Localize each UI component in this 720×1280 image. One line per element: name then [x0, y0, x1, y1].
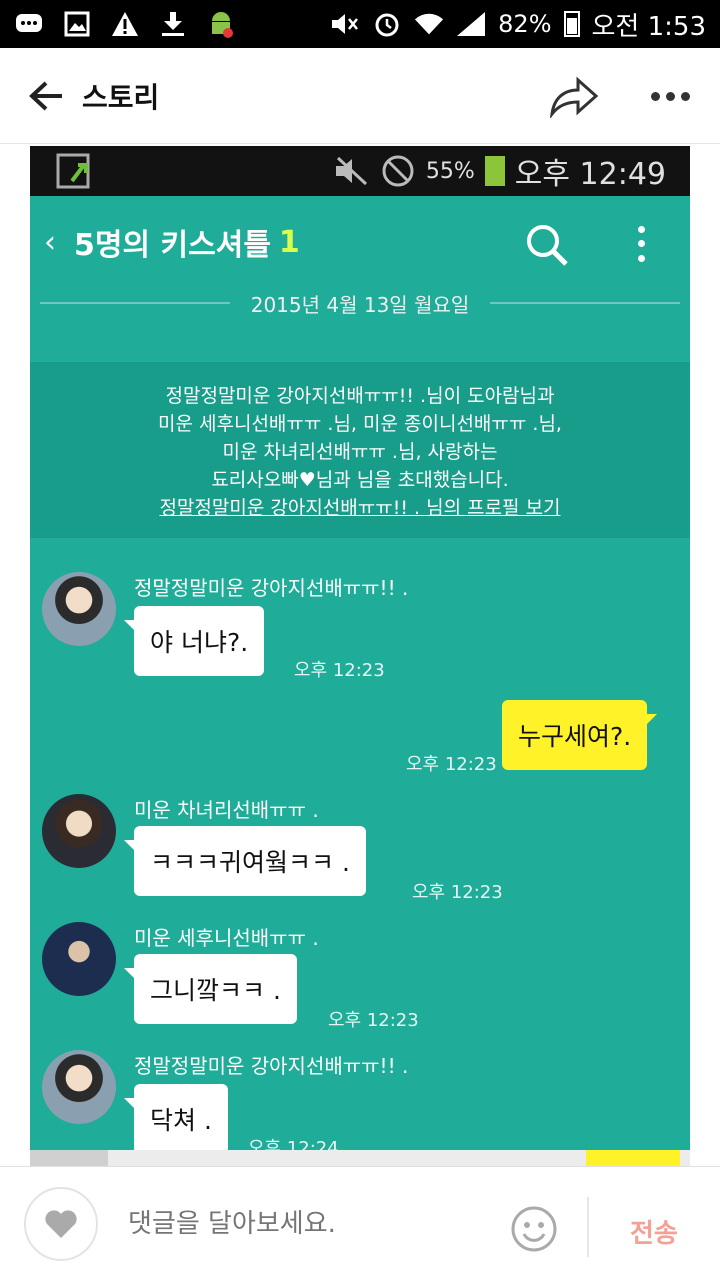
divider: [587, 1197, 589, 1257]
unread-count: 1: [278, 224, 300, 260]
message-text: ㅋㅋㅋ귀여웤ㅋㅋ .: [150, 848, 350, 877]
message-time: 오후 12:23: [406, 754, 497, 775]
status-bar: 82% 오전 1:53: [0, 0, 720, 48]
page-title: 스토리: [82, 80, 160, 114]
message-text: 그니깤ㅋㅋ .: [150, 976, 281, 1005]
inner-battery-percent: 55%: [425, 158, 475, 184]
sender-name: 정말정말미운 강아지선배ㅠㅠ!! .: [134, 576, 409, 600]
inner-battery-icon: [484, 156, 505, 186]
chat-title: 5명의 키스셔틀: [74, 228, 271, 263]
status-time: 오전 1:53: [591, 11, 707, 42]
date-divider: 2015년 4월 13일 월요일: [30, 288, 690, 318]
profile-link[interactable]: 정말정말미운 강아지선배ㅠㅠ!! . 님의 프로필 보기: [30, 494, 690, 522]
inner-time: 오후 12:49: [514, 157, 666, 192]
avatar[interactable]: [42, 794, 116, 868]
invite-line: 정말정말미운 강아지선배ㅠㅠ!! .님이 도아람님과: [165, 385, 555, 407]
warning-icon: [110, 9, 140, 39]
message-time: 오후 12:23: [328, 1010, 419, 1031]
block-icon: [382, 155, 414, 187]
mute-icon: [330, 9, 360, 39]
message-text: 야 너냐?.: [150, 628, 249, 657]
more-icon: [650, 91, 660, 101]
sender-name: 미운 세후니선배ㅠㅠ .: [134, 926, 319, 950]
like-button[interactable]: [24, 1186, 98, 1261]
comment-bar: 전송: [0, 1166, 720, 1280]
message-icon: [14, 9, 44, 39]
avatar[interactable]: [42, 572, 116, 646]
send-strip: [586, 1150, 680, 1166]
message-text: 누구세여?.: [518, 722, 632, 751]
message-time: 오후 12:23: [412, 882, 503, 903]
send-button[interactable]: 전송: [630, 1213, 678, 1250]
chat-menu-icon[interactable]: [630, 222, 652, 266]
battery-percent: 82%: [498, 10, 552, 38]
back-button[interactable]: [22, 72, 70, 120]
attach-strip: [30, 1150, 108, 1166]
avatar[interactable]: [42, 1050, 116, 1124]
invite-notice: 정말정말미운 강아지선배ㅠㅠ!! .님이 도아람님과 미운 세후니선배ㅠㅠ .님…: [30, 362, 690, 538]
sender-name: 정말정말미운 강아지선배ㅠㅠ!! .: [134, 1054, 409, 1078]
chat-input-strip: [30, 1150, 690, 1166]
message-text: 닥쳐 .: [150, 1106, 212, 1135]
inner-status-bar: 55% 오후 12:49: [30, 146, 690, 196]
chat-date: 2015년 4월 13일 월요일: [250, 292, 470, 317]
message-time: 오후 12:23: [294, 660, 385, 681]
wifi-icon: [414, 9, 444, 39]
share-icon: [549, 76, 599, 120]
sender-name: 미운 차녀리선배ㅠㅠ .: [134, 798, 319, 822]
message-bubble[interactable]: 그니깤ㅋㅋ .: [124, 954, 297, 1024]
share-button[interactable]: [548, 74, 600, 120]
message-bubble[interactable]: 야 너냐?.: [123, 606, 265, 676]
message-bubble[interactable]: 닥쳐 .: [124, 1084, 228, 1154]
message-bubble[interactable]: ㅋㅋㅋ귀여웤ㅋㅋ .: [124, 826, 366, 896]
chat-header: ‹ 5명의 키스셔틀 1: [30, 196, 690, 288]
signal-icon: [456, 9, 486, 39]
back-arrow-icon: [29, 81, 62, 110]
emoji-button[interactable]: [510, 1205, 558, 1253]
heart-icon: [45, 1209, 77, 1238]
inner-mute-icon: [335, 156, 367, 186]
download-icon: [158, 9, 188, 39]
invite-line: 미운 세후니선배ㅠㅠ .님, 미운 종이니선배ㅠㅠ .님,: [158, 413, 562, 435]
app-header: 스토리: [0, 48, 720, 144]
invite-line: 됴리사오빠♥님과 님을 초대했습니다.: [211, 469, 509, 491]
smiley-icon: [511, 1206, 557, 1252]
chat-search-icon[interactable]: [524, 222, 570, 268]
device-icon: [56, 153, 90, 189]
story-image[interactable]: 55% 오후 12:49 ‹ 5명의 키스셔틀 1 2015년 4월 13일 월…: [30, 146, 690, 1166]
message-bubble[interactable]: 누구세여?.: [502, 700, 658, 770]
invite-line: 미운 차녀리선배ㅠㅠ .님, 사랑하는: [222, 441, 498, 463]
android-icon: [206, 9, 236, 39]
chat-back-icon[interactable]: ‹: [44, 225, 56, 260]
comment-input[interactable]: [128, 1199, 468, 1248]
avatar[interactable]: [42, 922, 116, 996]
battery-icon: [563, 11, 580, 37]
image-icon: [62, 9, 92, 39]
alarm-icon: [372, 9, 402, 39]
more-button[interactable]: [648, 82, 692, 110]
